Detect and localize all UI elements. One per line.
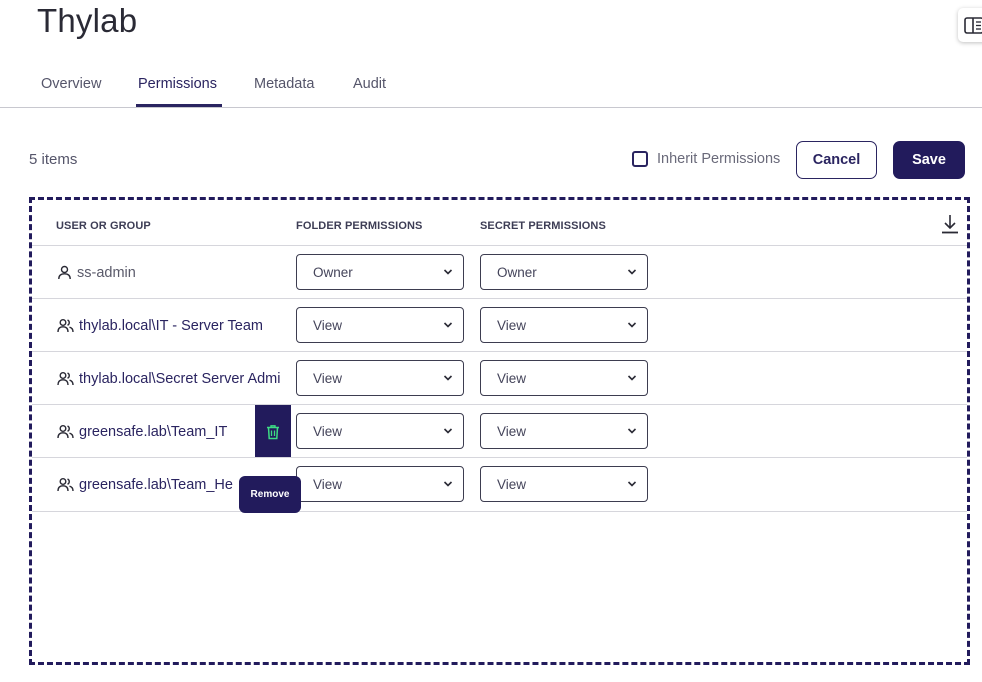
group-icon <box>57 372 74 386</box>
table-row: greensafe.lab\Team_He View View <box>32 457 967 512</box>
secret-permission-select[interactable]: Owner <box>480 254 648 290</box>
chevron-down-icon <box>627 481 637 487</box>
download-icon <box>942 215 958 234</box>
tab-overview[interactable]: Overview <box>41 76 101 92</box>
folder-permission-select[interactable]: View <box>296 413 464 449</box>
secret-permission-value: Owner <box>497 264 537 280</box>
table-row: thylab.local\IT - Server Team View View <box>32 298 967 352</box>
trash-icon <box>267 424 279 439</box>
side-panel-icon <box>964 16 982 34</box>
page-title: Thylab <box>37 2 138 39</box>
group-icon <box>57 319 74 333</box>
secret-permission-select[interactable]: View <box>480 360 648 396</box>
inherit-permissions-checkbox[interactable] <box>632 151 648 167</box>
item-count: 5 items <box>29 151 78 168</box>
principal-name: thylab.local\IT - Server Team <box>79 317 264 334</box>
secret-permission-select[interactable]: View <box>480 413 648 449</box>
chevron-down-icon <box>627 375 637 381</box>
folder-permission-select[interactable]: View <box>296 307 464 343</box>
remove-button[interactable] <box>255 405 291 458</box>
tab-permissions[interactable]: Permissions <box>138 76 217 92</box>
tab-bar: Overview Permissions Metadata Audit <box>0 60 982 108</box>
group-icon <box>57 478 74 492</box>
secret-permission-select[interactable]: View <box>480 307 648 343</box>
cancel-button[interactable]: Cancel <box>796 141 877 179</box>
secret-permission-select[interactable]: View <box>480 466 648 502</box>
chevron-down-icon <box>627 428 637 434</box>
side-panel-toggle-button[interactable] <box>958 8 982 42</box>
chevron-down-icon <box>443 375 453 381</box>
table-row: greensafe.lab\Team_IT View View <box>32 404 967 458</box>
folder-permission-value: View <box>313 476 343 492</box>
chevron-down-icon <box>627 322 637 328</box>
chevron-down-icon <box>443 322 453 328</box>
folder-permission-value: View <box>313 317 343 333</box>
download-button[interactable] <box>941 214 959 239</box>
active-tab-indicator <box>136 104 222 107</box>
principal-name: greensafe.lab\Team_IT <box>79 423 228 440</box>
column-header-user-or-group: USER OR GROUP <box>56 220 151 232</box>
save-button[interactable]: Save <box>893 141 965 179</box>
principal-name: greensafe.lab\Team_He <box>79 476 233 493</box>
permissions-table: USER OR GROUP FOLDER PERMISSIONS SECRET … <box>29 197 970 665</box>
folder-permission-value: View <box>313 370 343 386</box>
secret-permission-value: View <box>497 476 527 492</box>
chevron-down-icon <box>443 428 453 434</box>
folder-permission-select[interactable]: View <box>296 466 464 502</box>
principal-cell: ss-admin <box>57 246 291 299</box>
principal-name: thylab.local\Secret Server Admi <box>79 370 281 387</box>
folder-permission-value: View <box>313 423 343 439</box>
folder-permission-value: Owner <box>313 264 353 280</box>
principal-name: ss-admin <box>77 264 136 281</box>
inherit-permissions-toggle[interactable]: Inherit Permissions <box>632 151 780 167</box>
remove-tooltip: Remove <box>239 476 301 513</box>
secret-permission-value: View <box>497 317 527 333</box>
tab-audit[interactable]: Audit <box>353 76 386 92</box>
table-row: thylab.local\Secret Server Admi View Vie… <box>32 351 967 405</box>
principal-cell: thylab.local\IT - Server Team <box>57 299 291 352</box>
chevron-down-icon <box>443 269 453 275</box>
column-header-secret-permissions: SECRET PERMISSIONS <box>480 220 606 232</box>
secret-permission-value: View <box>497 423 527 439</box>
chevron-down-icon <box>627 269 637 275</box>
secret-permission-value: View <box>497 370 527 386</box>
principal-cell: thylab.local\Secret Server Admi <box>57 352 291 405</box>
user-icon <box>58 265 71 280</box>
column-header-folder-permissions: FOLDER PERMISSIONS <box>296 220 423 232</box>
chevron-down-icon <box>443 481 453 487</box>
group-icon <box>57 425 74 439</box>
table-row: ss-admin Owner Owner <box>32 245 967 299</box>
inherit-permissions-label: Inherit Permissions <box>657 151 781 167</box>
folder-permission-select[interactable]: View <box>296 360 464 396</box>
folder-permission-select[interactable]: Owner <box>296 254 464 290</box>
tab-metadata[interactable]: Metadata <box>254 76 314 92</box>
